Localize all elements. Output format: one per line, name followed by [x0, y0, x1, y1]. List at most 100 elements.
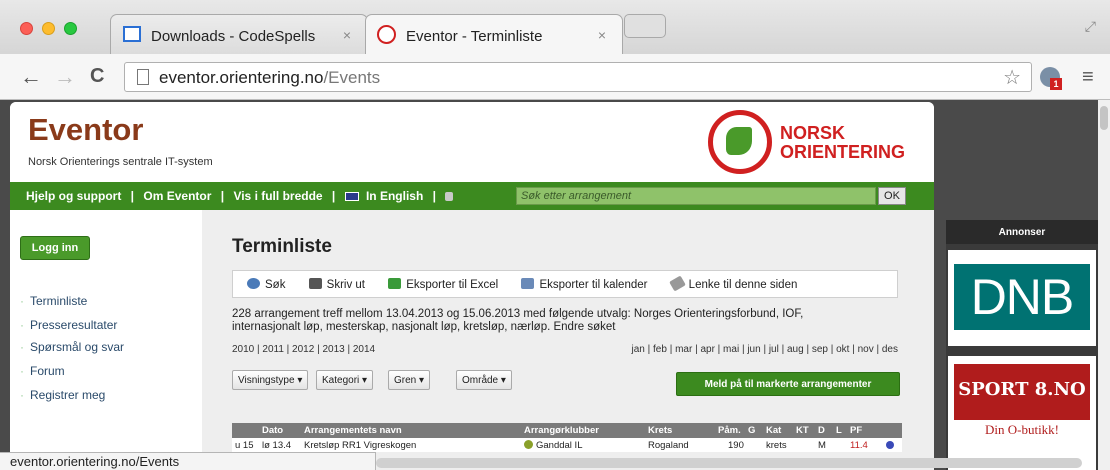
logo-leaf-icon [726, 127, 752, 155]
sport8-ad[interactable]: SPORT 8.NO Din O-butikk! [948, 356, 1096, 470]
bookmark-star-icon[interactable]: ☆ [1003, 65, 1021, 90]
col-l[interactable]: L [836, 425, 842, 436]
action-print[interactable]: Skriv ut [308, 278, 365, 291]
table-row[interactable]: u 15 lø 13.4 Kretsløp RR1 Vigreskogen Ga… [232, 438, 902, 452]
ads-title: Annonser [946, 220, 1098, 244]
back-arrow-icon[interactable]: ← [20, 64, 42, 90]
forward-arrow-icon[interactable]: → [54, 64, 76, 90]
dnb-ad[interactable]: DNB [948, 250, 1096, 346]
col-pam[interactable]: Påm. [718, 425, 741, 436]
excel-icon [388, 278, 402, 289]
reload-icon[interactable]: C [90, 65, 104, 88]
bullet-icon: · [20, 340, 24, 354]
page-title: Terminliste [232, 236, 332, 257]
url-path: /Events [323, 68, 381, 87]
sidebar-item-registrer[interactable]: · Registrer meg [20, 388, 105, 402]
nav-separator: | [220, 189, 225, 203]
col-dato[interactable]: Dato [262, 425, 283, 436]
search-summary: 228 arrangement treff mellom 13.04.2013 … [232, 308, 804, 333]
tab-eventor[interactable]: Eventor - Terminliste × [365, 14, 623, 54]
cell-krets: Rogaland [648, 440, 689, 451]
tab-close-icon[interactable]: × [598, 27, 606, 43]
action-label: Eksporter til kalender [539, 279, 648, 291]
omrade-dropdown[interactable]: Område ▾ [456, 370, 512, 390]
printer-icon [308, 278, 322, 289]
nav-english[interactable]: In English [366, 189, 423, 203]
action-excel[interactable]: Eksporter til Excel [388, 278, 498, 291]
nav-about[interactable]: Om Eventor [143, 189, 211, 203]
downloads-favicon-icon [123, 26, 141, 42]
sidebar-item-terminliste[interactable]: · Terminliste [20, 294, 87, 308]
main-content: Terminliste Søk Skriv ut Eksporter til E… [202, 210, 934, 470]
cell-club: Ganddal IL [536, 440, 583, 451]
nav-help[interactable]: Hjelp og support [26, 189, 121, 203]
info-icon[interactable] [886, 441, 894, 449]
tab-downloads[interactable]: Downloads - CodeSpells × [110, 14, 368, 54]
ads-column: Annonser DNB SPORT 8.NO Din O-butikk! [946, 220, 1098, 470]
event-search-input[interactable]: Søk etter arrangement [516, 187, 876, 205]
site-brand[interactable]: Eventor [28, 112, 143, 148]
chevron-down-icon: ▾ [419, 375, 425, 386]
norsk-orientering-logo-icon[interactable] [708, 110, 772, 174]
url-host: eventor.orientering.no [159, 68, 324, 87]
logo-text: NORSK ORIENTERING [780, 124, 905, 162]
action-calendar[interactable]: Eksporter til kalender [521, 278, 648, 291]
col-krets[interactable]: Krets [648, 425, 672, 436]
meld-pa-button[interactable]: Meld på til markerte arrangementer [676, 372, 900, 396]
lock-icon[interactable] [445, 192, 454, 201]
menu-icon[interactable]: ≡ [1082, 66, 1094, 89]
month-filter[interactable]: jan | feb | mar | apr | mai | jun | jul … [632, 344, 898, 355]
new-tab-button[interactable] [624, 14, 666, 38]
browser-toolbar: ← → C eventor.orientering.no/Events ☆ 1 … [0, 54, 1110, 100]
tab-close-icon[interactable]: × [343, 27, 351, 43]
sidebar-item-sporsmal[interactable]: · Spørsmål og svar [20, 340, 124, 354]
sidebar-item-presseresultater[interactable]: · Presseresultater [20, 318, 117, 332]
scrollbar-thumb[interactable] [1100, 106, 1108, 130]
col-d[interactable]: D [818, 425, 825, 436]
search-ok-button[interactable]: OK [878, 187, 906, 205]
col-kt[interactable]: KT [796, 425, 809, 436]
club-logo-icon [524, 440, 533, 449]
tab-title: Eventor - Terminliste [406, 28, 543, 45]
logo-line1: NORSK [780, 123, 846, 143]
login-button[interactable]: Logg inn [20, 236, 90, 260]
gren-dropdown[interactable]: Gren ▾ [388, 370, 431, 390]
eventor-favicon-icon [377, 25, 396, 44]
cell-week: u 15 [235, 440, 254, 451]
col-arrangor[interactable]: Arrangørklubber [524, 425, 599, 436]
site-header: Eventor Norsk Orienterings sentrale IT-s… [10, 102, 934, 180]
year-filter[interactable]: 2010 | 2011 | 2012 | 2013 | 2014 [232, 344, 375, 355]
address-bar[interactable]: eventor.orientering.no/Events ☆ [124, 62, 1032, 92]
vertical-scrollbar[interactable] [1098, 100, 1110, 470]
eventor-page: Eventor Norsk Orienterings sentrale IT-s… [10, 102, 934, 470]
action-link[interactable]: Lenke til denne siden [668, 275, 797, 292]
chevron-down-icon: ▾ [500, 375, 506, 386]
close-window-button[interactable] [20, 22, 33, 35]
minimize-window-button[interactable] [42, 22, 55, 35]
cell-pam: 190 [728, 440, 744, 451]
col-kat[interactable]: Kat [766, 425, 781, 436]
sidebar-item-forum[interactable]: · Forum [20, 364, 65, 378]
horizontal-scrollbar[interactable] [376, 458, 1082, 468]
cell-date: lø 13.4 [262, 440, 292, 451]
action-label: Søk [265, 279, 286, 291]
action-search[interactable]: Søk [247, 278, 286, 291]
col-pf[interactable]: PF [850, 425, 862, 436]
action-label: Skriv ut [326, 279, 365, 291]
col-g[interactable]: G [748, 425, 755, 436]
bullet-icon: · [20, 318, 24, 332]
nav-wide[interactable]: Vis i full bredde [233, 189, 322, 203]
col-navn[interactable]: Arrangementets navn [304, 425, 402, 436]
fullscreen-icon[interactable]: ⤢ [1085, 18, 1096, 35]
zoom-window-button[interactable] [64, 22, 77, 35]
chevron-down-icon: ▾ [362, 375, 368, 386]
dropdown-label: Kategori [322, 375, 360, 386]
visningstype-dropdown[interactable]: Visningstype ▾ [232, 370, 309, 390]
site-subtitle: Norsk Orienterings sentrale IT-system [28, 156, 213, 168]
tab-title: Downloads - CodeSpells [151, 28, 316, 45]
bullet-icon: · [20, 294, 24, 308]
uk-flag-icon [344, 192, 359, 201]
cell-event-name[interactable]: Kretsløp RR1 Vigreskogen [304, 440, 416, 451]
kategori-dropdown[interactable]: Kategori ▾ [316, 370, 374, 390]
chevron-down-icon: ▾ [297, 375, 303, 386]
